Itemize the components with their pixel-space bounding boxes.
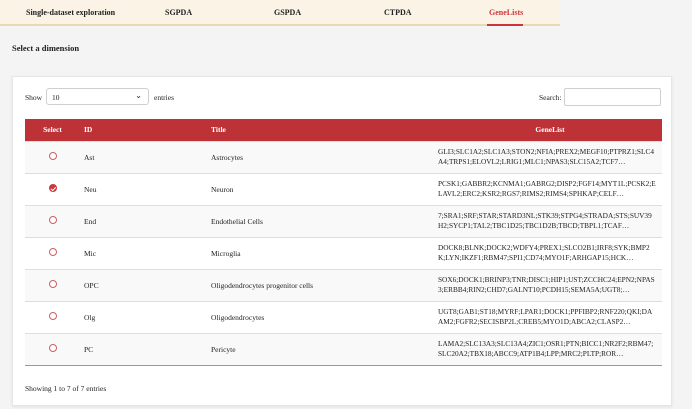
table-info: Showing 1 to 7 of 7 entries [25, 384, 107, 393]
row-genelist: 7;SRA1;SRF;STAR;STARD3NL;STK39;STPG4;STR… [438, 211, 652, 230]
row-id: Ast [80, 140, 207, 173]
tab-bar: Single-dataset exploration SGPDA GSPDA C… [0, 0, 560, 26]
row-title: Neuron [207, 172, 434, 205]
select-radio[interactable] [48, 184, 57, 192]
select-radio[interactable] [48, 216, 57, 224]
row-title: Oligodendrocytes progenitor cells [207, 268, 434, 301]
active-tab-indicator [487, 24, 523, 26]
column-header-genelist[interactable]: GeneList [434, 119, 662, 141]
table-row[interactable]: Neu Neuron PCSK1;GABBR2;KCNMA1;GABRG2;DI… [25, 172, 662, 205]
row-id: Neu [80, 172, 207, 205]
entries-length-select[interactable]: 10 ⌄ [46, 88, 149, 105]
row-genelist: DOCK8;BLNK;DOCK2;WDFY4;PREX1;SLCO2B1;IRF… [438, 243, 650, 262]
column-header-id[interactable]: ID [80, 119, 207, 141]
table-row[interactable]: OPC Oligodendrocytes progenitor cells SO… [25, 268, 662, 301]
row-id: Olg [80, 300, 207, 333]
row-genelist: GLI3;SLC1A2;SLC1A3;STON2;NFIA;PREX2;MEGF… [438, 147, 654, 166]
table-header-row: Select ID Title GeneList [25, 119, 662, 141]
row-id: OPC [80, 268, 207, 301]
row-genelist: SOX6;DOCK1;BRINP3;TNR;DISC1;HIP1;UST;ZCC… [438, 275, 655, 294]
table-row[interactable]: PC Pericyte LAMA2;SLC13A3;SLC13A4;ZIC1;O… [25, 332, 662, 366]
table-card: Show 10 ⌄ entries Search: Select ID Titl… [12, 76, 672, 406]
row-title: Pericyte [207, 332, 434, 366]
table-row[interactable]: Olg Oligodendrocytes UGT8;GAB1;ST18;MYRF… [25, 300, 662, 333]
row-id: End [80, 204, 207, 237]
column-header-select[interactable]: Select [25, 119, 80, 141]
row-title: Endothelial Cells [207, 204, 434, 237]
tab-single-dataset-exploration[interactable]: Single-dataset exploration [26, 8, 115, 17]
page-heading: Select a dimension [12, 43, 80, 53]
table-row[interactable]: Ast Astrocytes GLI3;SLC1A2;SLC1A3;STON2;… [25, 140, 662, 173]
select-radio[interactable] [48, 248, 57, 256]
show-label: Show [25, 93, 43, 102]
chevron-down-icon: ⌄ [135, 91, 142, 100]
table-row[interactable]: End Endothelial Cells 7;SRA1;SRF;STAR;ST… [25, 204, 662, 237]
row-title: Microglia [207, 236, 434, 269]
search-label: Search: [539, 93, 562, 102]
tab-ctpda[interactable]: CTPDA [384, 8, 412, 17]
row-title: Oligodendrocytes [207, 300, 434, 333]
tab-gspda[interactable]: GSPDA [274, 8, 301, 17]
row-id: PC [80, 332, 207, 366]
select-radio[interactable] [48, 344, 57, 352]
entries-length-value: 10 [52, 93, 60, 102]
select-radio[interactable] [48, 312, 57, 320]
row-genelist: LAMA2;SLC13A3;SLC13A4;ZIC1;OSR1;PTN;BICC… [438, 339, 654, 358]
tab-sgpda[interactable]: SGPDA [165, 8, 192, 17]
select-radio[interactable] [48, 280, 57, 288]
select-radio[interactable] [48, 152, 57, 160]
row-genelist: PCSK1;GABBR2;KCNMA1;GABRG2;DISP2;FGF14;M… [438, 179, 656, 198]
tab-genelists[interactable]: GeneLists [489, 8, 523, 17]
genelist-table: Select ID Title GeneList Ast Astrocytes … [25, 119, 662, 366]
page: Single-dataset exploration SGPDA GSPDA C… [0, 0, 692, 409]
entries-label: entries [154, 93, 174, 102]
search-input[interactable] [564, 88, 661, 106]
column-header-title[interactable]: Title [207, 119, 434, 141]
table-row[interactable]: Mic Microglia DOCK8;BLNK;DOCK2;WDFY4;PRE… [25, 236, 662, 269]
row-title: Astrocytes [207, 140, 434, 173]
row-id: Mic [80, 236, 207, 269]
row-genelist: UGT8;GAB1;ST18;MYRF;LPAR1;DOCK1;PPFIBP2;… [438, 307, 653, 326]
